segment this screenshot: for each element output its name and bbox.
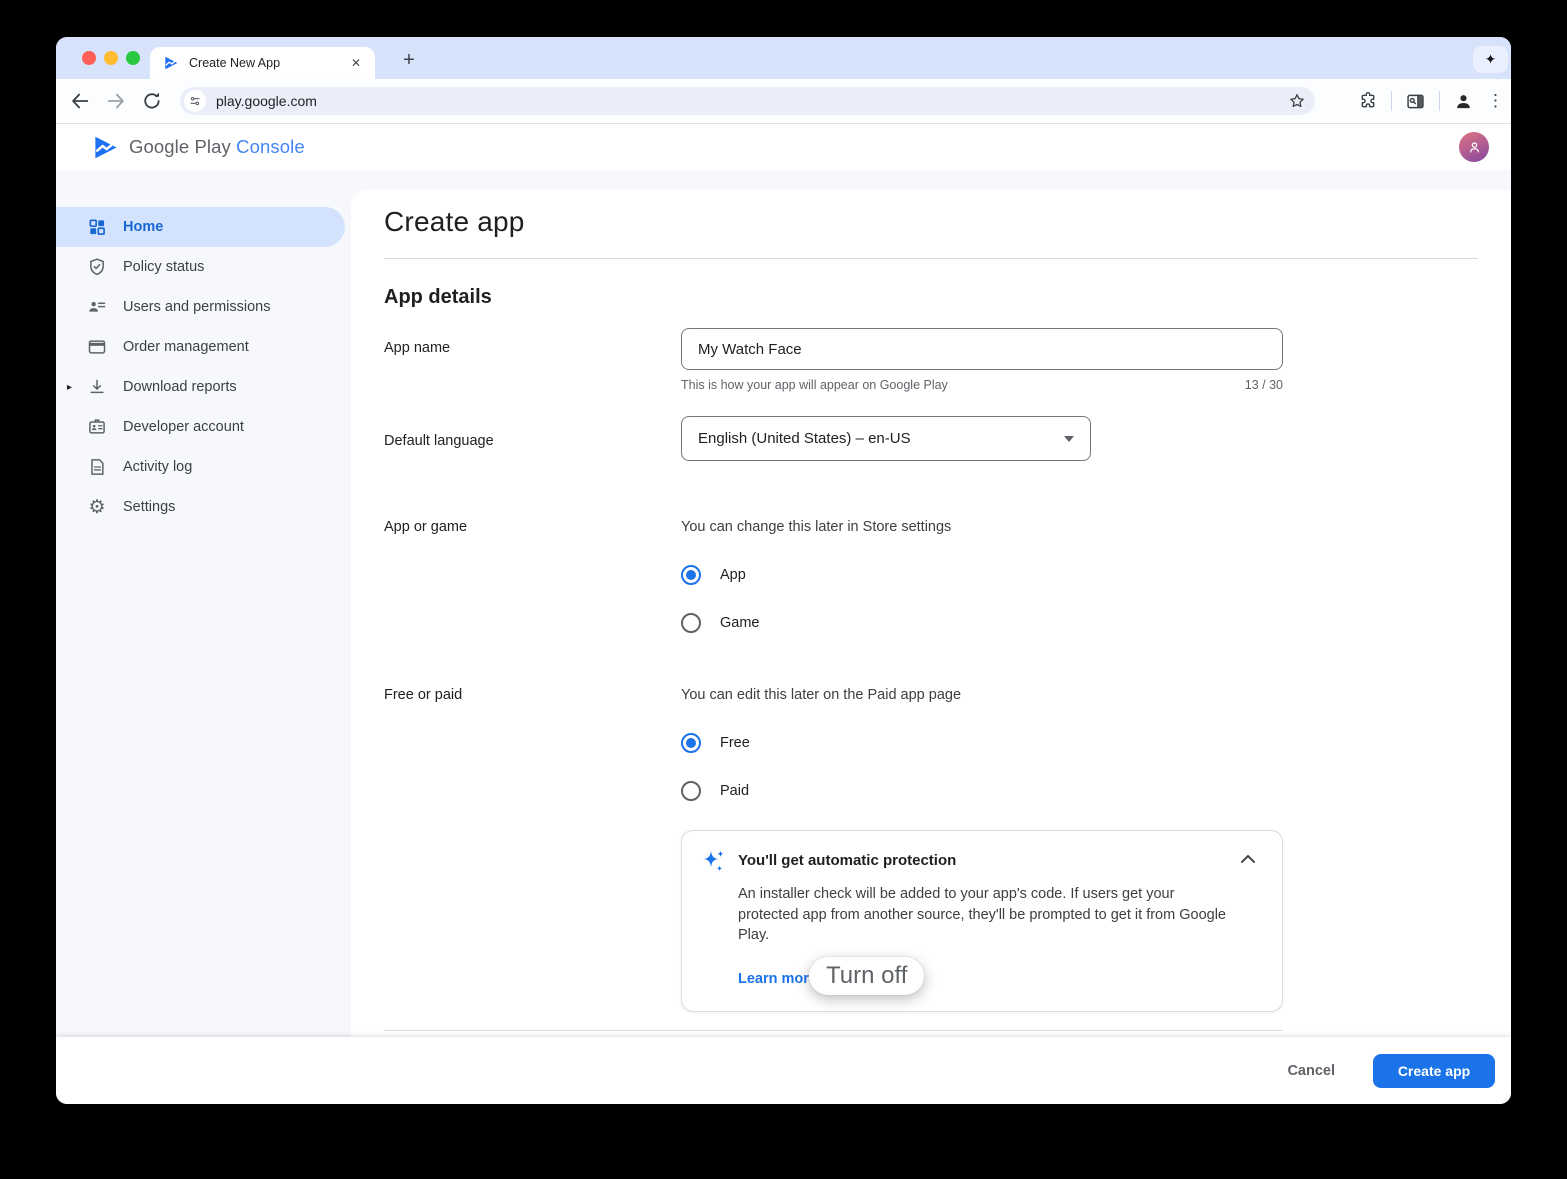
section-bottom-divider [384,1030,1283,1031]
gear-icon: ⚙ [86,496,108,518]
sidebar-item-policy-status[interactable]: Policy status [56,247,351,287]
app-name-input[interactable] [681,328,1283,370]
browser-tab[interactable]: Create New App ✕ [150,47,375,79]
browser-toolbar: play.google.com ⋮ [56,79,1511,124]
gemini-sparkle-icon [700,848,728,876]
section-title: App details [384,286,492,309]
users-permissions-icon [86,296,108,318]
browser-window: Create New App ✕ + ✦ [56,37,1511,1104]
radio-option-game[interactable]: Game [681,613,760,633]
protection-card-body: An installer check will be added to your… [738,884,1230,946]
tab-close-icon[interactable]: ✕ [347,54,365,72]
browser-menu-icon[interactable]: ⋮ [1487,91,1501,111]
avatar-person-icon [1466,139,1483,156]
default-language-value: English (United States) – en-US [698,430,911,447]
extensions-puzzle-icon[interactable] [1358,91,1378,111]
sidebar-item-label: Activity log [123,459,192,475]
tab-strip: Create New App ✕ + ✦ [56,37,1511,79]
toolbar-divider [1439,91,1440,111]
sidebar-item-label: Developer account [123,419,244,435]
free-or-paid-label: Free or paid [384,687,462,703]
toolbar-divider [1391,91,1392,111]
sparkle-diamond-icon[interactable]: ✦ [1473,46,1508,73]
profile-icon[interactable] [1453,91,1474,112]
free-or-paid-helper: You can edit this later on the Paid app … [681,687,961,703]
sidebar-item-home[interactable]: Home [56,207,345,247]
chevron-down-icon [1064,436,1074,442]
create-app-button[interactable]: Create app [1373,1054,1495,1088]
address-bar[interactable]: play.google.com [180,87,1315,115]
app-or-game-label: App or game [384,519,467,535]
window-controls [82,51,140,65]
toolbar-actions: ⋮ [1358,79,1501,123]
sidebar-nav: Home Policy status [56,170,351,1037]
sidebar-item-activity-log[interactable]: Activity log [56,447,351,487]
automatic-protection-card: You'll get automatic protection An insta… [681,830,1283,1012]
sidebar-item-label: Order management [123,339,249,355]
footer-action-bar: Cancel Create app [56,1037,1511,1104]
sidebar-item-label: Home [123,219,163,235]
tab-title: Create New App [189,56,347,70]
forward-icon[interactable] [105,90,127,112]
sidebar-item-settings[interactable]: ⚙ Settings [56,487,351,527]
brand-console: Console [236,136,305,157]
title-divider [384,258,1478,259]
sidebar-item-label: Policy status [123,259,204,275]
sidebar-item-label: Download reports [123,379,237,395]
char-counter: 13 / 30 [1245,378,1283,392]
bookmark-star-icon[interactable] [1288,92,1306,110]
chevron-up-icon[interactable] [1240,854,1256,864]
app-name-helper: This is how your app will appear on Goog… [681,378,948,392]
radio-option-free[interactable]: Free [681,733,750,753]
protection-card-title: You'll get automatic protection [738,852,956,869]
default-language-select[interactable]: English (United States) – en-US [681,416,1091,461]
learn-more-link[interactable]: Learn more [738,971,817,987]
new-tab-button[interactable]: + [394,46,424,76]
expand-caret-icon[interactable]: ▸ [67,382,72,393]
download-icon [86,376,108,398]
cancel-button[interactable]: Cancel [1283,1055,1339,1087]
console-body: Home Policy status [56,170,1511,1037]
radio-option-paid[interactable]: Paid [681,781,749,801]
app-name-label: App name [384,340,450,356]
page-title: Create app [384,206,525,238]
account-avatar[interactable] [1459,132,1489,162]
minimize-window-button[interactable] [104,51,118,65]
sidebar-item-label: Settings [123,499,175,515]
sidebar-item-developer-account[interactable]: Developer account [56,407,351,447]
reload-icon[interactable] [141,90,163,112]
radio-unselected-icon[interactable] [681,781,701,801]
app-name-helper-row: This is how your app will appear on Goog… [681,378,1283,392]
sidebar-item-users-permissions[interactable]: Users and permissions [56,287,351,327]
site-settings-icon[interactable] [184,90,206,112]
play-logo-icon [92,134,119,161]
radio-unselected-icon[interactable] [681,613,701,633]
play-console-header: Google Play Console [56,124,1511,170]
radio-option-app[interactable]: App [681,565,746,585]
sidebar-item-order-management[interactable]: Order management [56,327,351,367]
turn-off-button[interactable]: Turn off [809,957,924,995]
back-icon[interactable] [69,90,91,112]
zoom-window-button[interactable] [126,51,140,65]
play-console-logo[interactable]: Google Play Console [92,134,305,161]
desktop-background: Create New App ✕ + ✦ [0,0,1567,1179]
search-side-panel-icon[interactable] [1405,91,1426,112]
radio-selected-icon[interactable] [681,565,701,585]
sidebar-item-label: Users and permissions [123,299,270,315]
app-or-game-helper: You can change this later in Store setti… [681,519,951,535]
radio-selected-icon[interactable] [681,733,701,753]
create-app-panel: Create app App details App name This is … [351,190,1511,1037]
document-icon [86,456,108,478]
default-language-label: Default language [384,433,494,449]
sidebar-item-download-reports[interactable]: ▸ Download reports [56,367,351,407]
payment-card-icon [86,336,108,358]
play-favicon-icon [163,55,179,71]
brand-google-play: Google Play [129,136,231,157]
url-text[interactable]: play.google.com [216,93,1288,109]
shield-check-icon [86,256,108,278]
close-window-button[interactable] [82,51,96,65]
id-badge-icon [86,416,108,438]
grid-home-icon [86,216,108,238]
